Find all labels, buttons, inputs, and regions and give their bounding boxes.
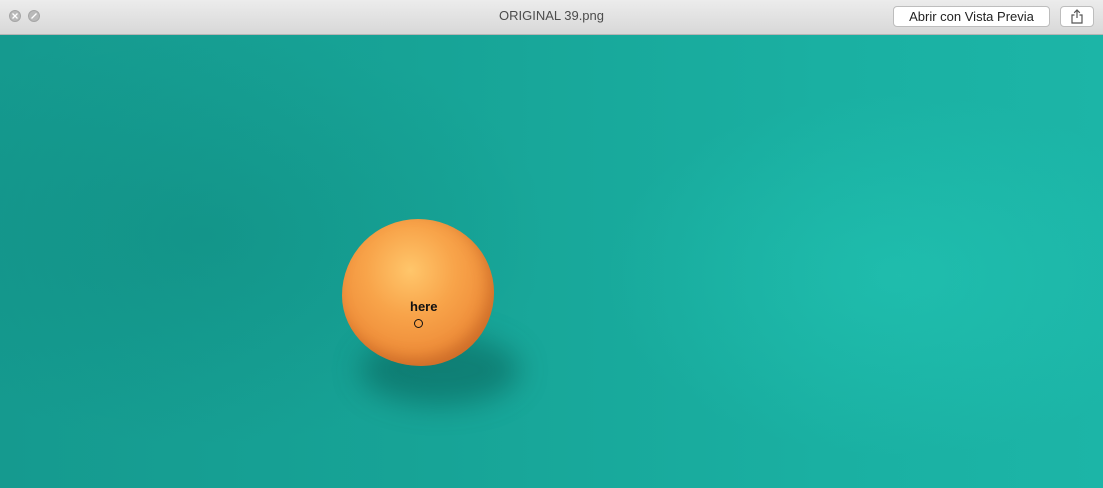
image-preview: here xyxy=(0,35,1103,488)
target-marker-icon xyxy=(414,319,423,328)
share-icon xyxy=(1071,9,1083,24)
open-with-preview-button[interactable]: Abrir con Vista Previa xyxy=(893,6,1050,27)
title-bar[interactable]: ORIGINAL 39.png Abrir con Vista Previa xyxy=(0,0,1103,35)
annotation-label: here xyxy=(410,299,438,314)
quick-look-window: ORIGINAL 39.png Abrir con Vista Previa h… xyxy=(0,0,1103,488)
share-button[interactable] xyxy=(1060,6,1094,27)
orange-fruit xyxy=(342,219,494,366)
